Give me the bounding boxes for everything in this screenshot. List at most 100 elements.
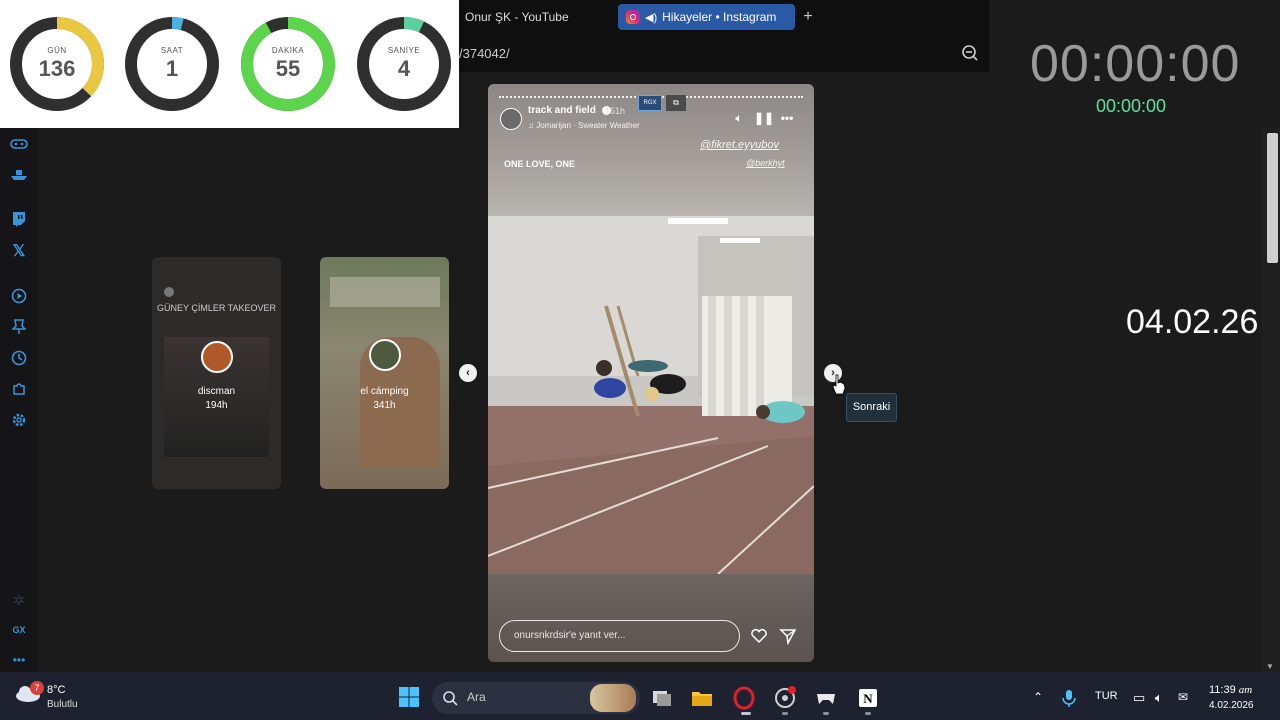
history-icon[interactable] <box>9 348 29 368</box>
gamepad-icon[interactable] <box>9 134 29 154</box>
seconds-label: SANİYE <box>387 46 421 55</box>
reply-placeholder: onursnkrdsir'e yanıt ver... <box>514 630 626 641</box>
seconds-ring: SANİYE 4 <box>356 16 452 112</box>
new-tab-button[interactable]: + <box>799 8 817 26</box>
minutes-label: DAKİKA <box>271 46 305 55</box>
windows-taskbar <box>0 672 1280 720</box>
card-time: 341h <box>373 400 396 411</box>
more-options-icon[interactable]: ••• <box>779 110 795 126</box>
settings-icon[interactable] <box>9 410 29 430</box>
scrollbar-thumb[interactable] <box>1267 133 1278 263</box>
heart-icon[interactable] <box>750 627 768 645</box>
zoom-out-icon[interactable] <box>961 44 979 62</box>
story-video[interactable] <box>488 216 814 574</box>
card-avatar <box>201 341 233 373</box>
story-card-elcamping[interactable]: el cámping 341h <box>320 257 449 489</box>
card-time: 194h <box>205 400 228 411</box>
days-value: 136 <box>38 56 76 81</box>
svg-text:N: N <box>863 691 873 706</box>
language-indicator[interactable]: TUR <box>1095 690 1118 702</box>
music-icon: ♫ <box>528 121 537 130</box>
story-card-discman[interactable]: GÜNEY ÇİMLER TAKEOVER discman 194h <box>152 257 281 489</box>
card-avatar <box>369 339 401 371</box>
days-ring: GÜN 136 <box>9 16 105 112</box>
big-clock: 00:00:00 <box>1030 35 1241 93</box>
instagram-icon <box>626 10 640 24</box>
story-username-text: track and field <box>528 105 596 116</box>
date-display: 04.02.26 <box>1126 303 1259 341</box>
video-popout-icon[interactable]: ⧉ <box>666 95 686 111</box>
seconds-value: 4 <box>397 56 411 81</box>
story-viewer[interactable]: RGX ⧉ track and field 151h ♫ Jomarijan ·… <box>488 84 814 662</box>
story-username[interactable]: track and field <box>528 105 611 116</box>
speaker-icon: ◀) <box>645 11 658 24</box>
wallet-icon[interactable]: ✲ <box>9 590 29 610</box>
volume-icon[interactable]: 🔈︎ <box>731 110 747 126</box>
browser-sidebar: 𝕏 ✲ GX ••• <box>0 128 38 672</box>
running-indicator-active <box>741 712 751 715</box>
weather-description[interactable]: Bulutlu <box>47 699 78 710</box>
notion-icon[interactable]: N <box>856 686 880 710</box>
previous-story-button[interactable]: ‹ <box>459 364 477 382</box>
story-song-text: Jomarijan · Sweater Weather <box>536 121 640 130</box>
taskbar-time[interactable]: 11:39 am <box>1209 684 1252 696</box>
notification-icon[interactable]: ✉ <box>1178 690 1188 704</box>
send-icon[interactable] <box>779 627 797 645</box>
scroll-down-arrow-icon[interactable]: ▼ <box>1264 662 1276 672</box>
opera-gx-icon[interactable] <box>732 686 756 710</box>
next-tooltip: Sonraki <box>846 393 897 422</box>
microphone-icon[interactable] <box>1060 688 1078 708</box>
story-caption: ONE LOVE, ONE <box>504 159 576 169</box>
tray-expand-icon[interactable]: ⌃ <box>1033 690 1043 704</box>
pin-icon[interactable] <box>9 317 29 337</box>
taskbar-ampm: am <box>1238 684 1253 696</box>
tab-youtube[interactable]: Onur ŞK - YouTube <box>459 4 614 30</box>
gym-scene <box>488 216 814 574</box>
file-explorer-icon[interactable] <box>690 686 714 710</box>
search-icon <box>443 691 458 706</box>
browser-tabbar: Onur ŞK - YouTube ◀) Hikayeler • Instagr… <box>459 0 989 72</box>
reply-input[interactable]: onursnkrdsir'e yanıt ver... <box>499 620 740 652</box>
card-bg-chairs <box>330 277 440 307</box>
ship-icon[interactable] <box>9 164 29 184</box>
taskbar-date[interactable]: 4.02.2026 <box>1209 700 1254 711</box>
network-icon[interactable]: ▭ <box>1133 690 1145 706</box>
running-indicator <box>782 712 788 715</box>
minutes-value: 55 <box>275 56 301 81</box>
hand-cursor-icon <box>832 374 846 395</box>
pause-icon[interactable]: ❚❚ <box>754 110 774 126</box>
tab-youtube-label: Onur ŞK - YouTube <box>465 10 569 24</box>
windows-start-icon[interactable] <box>398 686 420 708</box>
search-highlight-art <box>590 684 636 712</box>
x-icon[interactable]: 𝕏 <box>9 241 29 261</box>
extensions-icon[interactable] <box>9 379 29 399</box>
tab-instagram[interactable]: ◀) Hikayeler • Instagram <box>618 4 795 30</box>
story-avatar[interactable] <box>500 108 522 130</box>
mention-sticker-2[interactable]: @berkhyt <box>746 158 785 168</box>
address-bar[interactable]: /374042/ <box>459 38 989 68</box>
controller-app-icon[interactable] <box>814 686 838 710</box>
twitch-icon[interactable] <box>9 209 29 229</box>
story-time: 151h <box>605 106 626 116</box>
card-name: el cámping <box>360 386 409 397</box>
chrome-app-icon[interactable] <box>773 686 797 710</box>
temperature[interactable]: 8°C <box>47 684 65 696</box>
url-text: /374042/ <box>459 45 510 61</box>
task-view-icon[interactable] <box>650 686 674 710</box>
minutes-ring: DAKİKA 55 <box>240 16 336 112</box>
card-name: discman <box>197 386 236 397</box>
card-mini-avatar <box>164 287 174 297</box>
taskbar-time-value: 11:39 <box>1209 684 1236 696</box>
card-title: GÜNEY ÇİMLER TAKEOVER <box>156 303 277 313</box>
rgx-badge[interactable]: RGX <box>638 95 662 111</box>
days-label: GÜN <box>47 46 67 55</box>
story-song[interactable]: ♫ Jomarijan · Sweater Weather <box>528 121 640 130</box>
player-icon[interactable] <box>9 286 29 306</box>
running-indicator <box>823 712 829 715</box>
weather-alert-badge: 7 <box>30 681 44 695</box>
mention-sticker-1[interactable]: @fikret.eyyubov <box>700 139 779 151</box>
gx-icon[interactable]: GX <box>9 620 29 640</box>
volume-tray-icon[interactable]: 🔈︎ <box>1155 690 1163 706</box>
more-icon[interactable]: ••• <box>9 650 29 670</box>
countdown-widget: GÜN 136 SAAT 1 DAKİKA 55 SANİYE 4 <box>0 0 459 128</box>
